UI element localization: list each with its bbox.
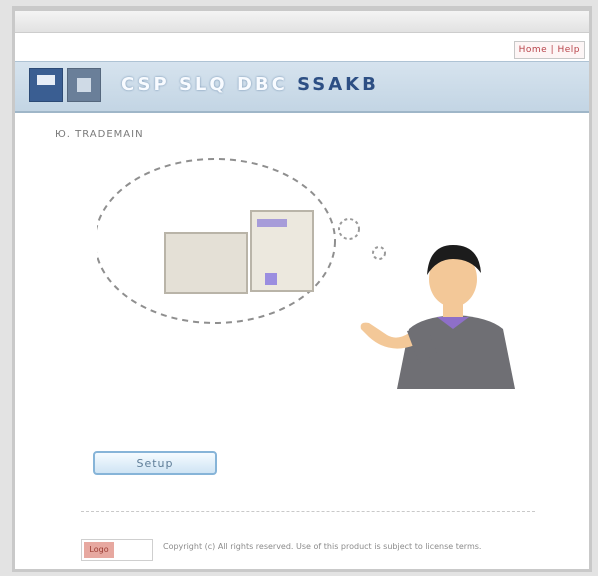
footer-badge: Logo	[81, 539, 153, 561]
footer: Logo Copyright (c) All rights reserved. …	[81, 539, 551, 565]
welcome-illustration	[97, 158, 515, 389]
person-arm	[360, 322, 415, 349]
package-label	[257, 219, 287, 227]
window-top-strip	[15, 11, 589, 33]
page-subtitle: Ю. TRADEMAIN	[55, 129, 144, 140]
help-link[interactable]: Home | Help	[513, 41, 585, 59]
header-bar: CSP SLQ DBC SSAKB	[15, 61, 589, 113]
product-title-accent: SSAKB	[297, 74, 379, 95]
setup-button[interactable]: Setup	[93, 451, 217, 475]
product-title-text: CSP SLQ DBC	[121, 74, 288, 95]
application-window: Home | Help CSP SLQ DBC SSAKB Ю. TRADEMA…	[12, 6, 592, 572]
save-disk-icon[interactable]	[29, 68, 63, 102]
package-box-left	[164, 232, 248, 294]
app-logo-icon	[67, 68, 101, 102]
thought-dot-large	[338, 218, 360, 240]
thought-dot-small	[372, 246, 386, 260]
content-divider	[81, 511, 535, 512]
product-title: CSP SLQ DBC SSAKB	[121, 74, 379, 95]
package-mark	[265, 273, 277, 285]
footer-text: Copyright (c) All rights reserved. Use o…	[163, 542, 482, 551]
footer-logo: Logo	[84, 542, 114, 558]
